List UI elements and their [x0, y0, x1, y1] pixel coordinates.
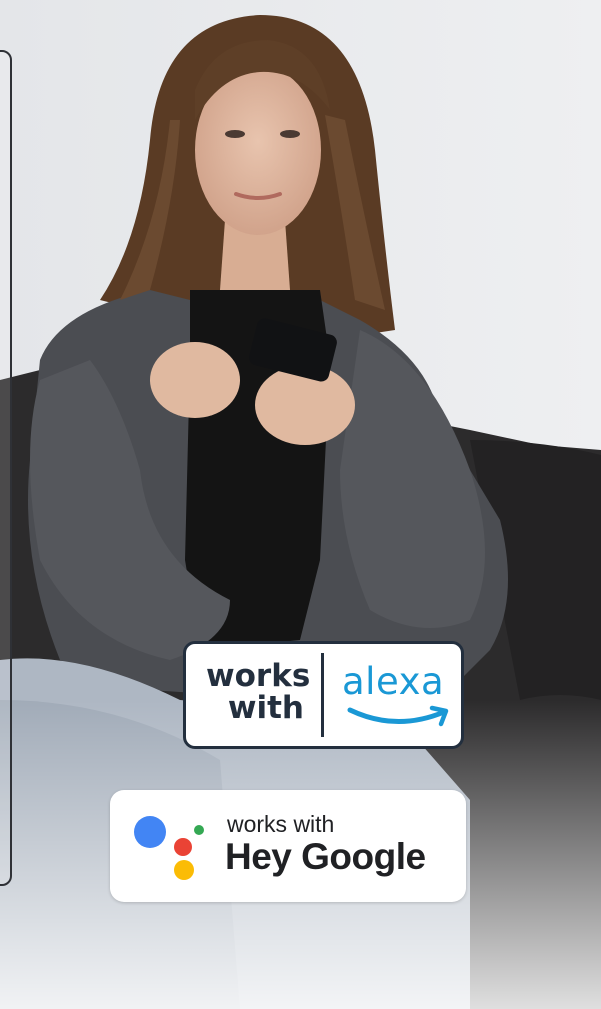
google-assistant-dots-icon — [134, 816, 204, 880]
alexa-works-with-text: works with — [206, 658, 311, 726]
alexa-brand-text: alexa — [342, 660, 445, 703]
alexa-smile-icon — [347, 705, 449, 727]
google-works-with-text: works with — [227, 811, 335, 837]
google-brand-text: Hey Google — [225, 836, 426, 877]
side-panel-edge — [0, 50, 12, 886]
badge-divider — [321, 653, 324, 737]
hand-left — [150, 342, 240, 418]
works-with-hey-google-badge: works with Hey Google — [110, 790, 466, 902]
works-with-alexa-badge: works with alexa — [183, 641, 464, 749]
